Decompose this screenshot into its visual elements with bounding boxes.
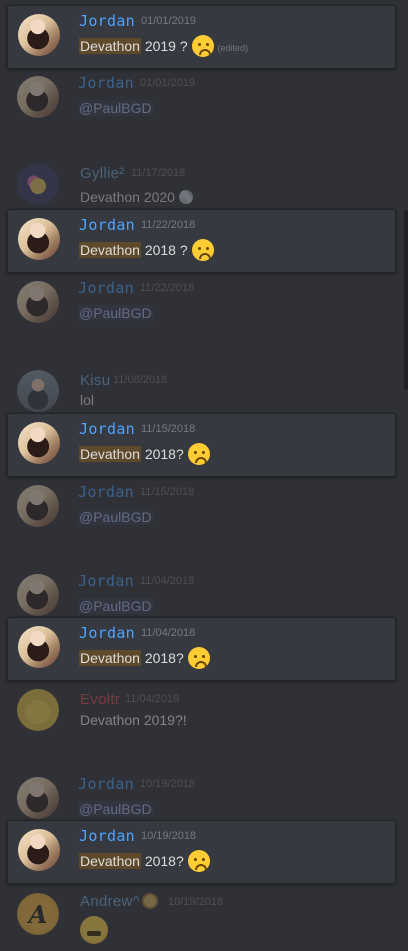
avatar[interactable]: A	[17, 893, 59, 935]
message-content: Devathon 2018?	[79, 850, 210, 872]
edited-label: (edited)	[217, 43, 249, 53]
message-content: Devathon 2019?!	[80, 712, 187, 728]
avatar[interactable]	[18, 829, 60, 871]
avatar[interactable]	[18, 218, 60, 260]
message[interactable]: Jordan 11/22/2018 @PaulBGD	[7, 273, 396, 337]
timestamp: 10/19/2018	[168, 896, 224, 908]
frowning-face-icon	[187, 850, 210, 872]
message[interactable]: Jordan 11/04/2018 Devathon 2018?	[7, 617, 396, 681]
timestamp: 11/04/2018	[141, 627, 196, 639]
message[interactable]: Jordan 11/15/2018 @PaulBGD	[7, 477, 396, 541]
author-name[interactable]: Jordan	[78, 482, 134, 502]
message-content	[80, 916, 108, 950]
timestamp: 11/22/2018	[141, 219, 196, 231]
mention[interactable]: @PaulBGD	[78, 100, 153, 116]
scrollbar[interactable]	[404, 210, 408, 390]
author-name[interactable]: Jordan	[79, 623, 135, 643]
message-content: Devathon 2018 ?	[79, 239, 214, 261]
message[interactable]: Jordan 01/01/2019 @PaulBGD	[7, 68, 396, 132]
author-name[interactable]: Jordan	[79, 11, 135, 31]
message[interactable]: Jordan 11/15/2018 Devathon 2018?	[7, 413, 396, 477]
avatar[interactable]	[17, 485, 59, 527]
mention[interactable]: @PaulBGD	[78, 509, 153, 525]
frowning-face-icon	[191, 239, 214, 261]
avatar[interactable]	[17, 163, 59, 205]
message-content: Devathon 2020	[80, 186, 193, 208]
message[interactable]: Jordan 01/01/2019 Devathon 2019 ? (edite…	[7, 5, 396, 69]
highlighted-keyword: Devathon	[79, 446, 141, 462]
avatar[interactable]	[18, 626, 60, 668]
author-name[interactable]: Jordan	[78, 774, 134, 794]
highlighted-keyword: Devathon	[79, 650, 141, 666]
paper-icon	[178, 190, 193, 204]
avatar[interactable]	[17, 370, 59, 412]
timestamp: 01/01/2019	[141, 15, 197, 27]
avatar[interactable]	[18, 14, 60, 56]
message-content: Devathon 2018?	[79, 443, 210, 465]
avatar[interactable]	[17, 777, 59, 819]
avatar[interactable]	[17, 574, 59, 616]
message[interactable]: Evoltr 11/04/2018 Devathon 2019?!	[7, 681, 396, 745]
timestamp: 11/08/2018	[113, 374, 168, 386]
message[interactable]: Jordan 10/19/2018 Devathon 2018?	[7, 820, 396, 884]
avatar[interactable]	[17, 76, 59, 118]
avatar[interactable]	[17, 689, 59, 731]
message-content: @PaulBGD	[78, 506, 153, 528]
highlighted-keyword: Devathon	[79, 242, 141, 258]
message-content: @PaulBGD	[78, 302, 153, 324]
author-name[interactable]: Jordan	[78, 278, 134, 298]
gear-icon	[144, 895, 157, 907]
author-name[interactable]: Jordan	[78, 73, 134, 93]
message-content: @PaulBGD	[78, 97, 153, 119]
avatar[interactable]	[18, 422, 60, 464]
message-content: lol	[80, 392, 95, 408]
message-content: Devathon 2018?	[79, 647, 210, 669]
mention[interactable]: @PaulBGD	[78, 801, 153, 817]
message-content: Devathon 2019 ? (edited)	[79, 35, 248, 59]
timestamp: 10/19/2018	[141, 830, 197, 842]
avatar[interactable]	[17, 281, 59, 323]
highlighted-keyword: Devathon	[79, 38, 141, 54]
timestamp: 10/19/2018	[140, 778, 196, 790]
message-content: @PaulBGD	[78, 595, 153, 617]
message[interactable]: Jordan 11/22/2018 Devathon 2018 ?	[7, 209, 396, 273]
frowning-face-icon	[187, 443, 210, 465]
frowning-face-icon	[187, 647, 210, 669]
frowning-face-icon	[191, 35, 214, 57]
highlighted-keyword: Devathon	[79, 853, 141, 869]
timestamp: 11/17/2018	[131, 167, 186, 179]
author-name[interactable]: Jordan	[79, 419, 135, 439]
author-name[interactable]: Evoltr	[80, 690, 120, 710]
author-name[interactable]: Gyllie²	[80, 164, 125, 184]
author-name[interactable]: Jordan	[79, 215, 135, 235]
message-content: @PaulBGD	[78, 798, 153, 820]
timestamp: 11/22/2018	[140, 282, 195, 294]
timestamp: 11/04/2018	[125, 693, 180, 705]
message[interactable]: A Andrew^ 10/19/2018	[7, 885, 396, 949]
timestamp: 11/15/2018	[141, 423, 196, 435]
mention[interactable]: @PaulBGD	[78, 598, 153, 614]
author-name[interactable]: Jordan	[78, 571, 134, 591]
timestamp: 01/01/2019	[140, 77, 196, 89]
timestamp: 11/15/2018	[140, 486, 195, 498]
mention[interactable]: @PaulBGD	[78, 305, 153, 321]
money-mouth-face-icon	[80, 916, 108, 944]
timestamp: 11/04/2018	[140, 575, 195, 587]
author-name[interactable]: Kisu	[80, 371, 110, 391]
author-name[interactable]: Andrew^	[80, 892, 157, 912]
author-name[interactable]: Jordan	[79, 826, 135, 846]
